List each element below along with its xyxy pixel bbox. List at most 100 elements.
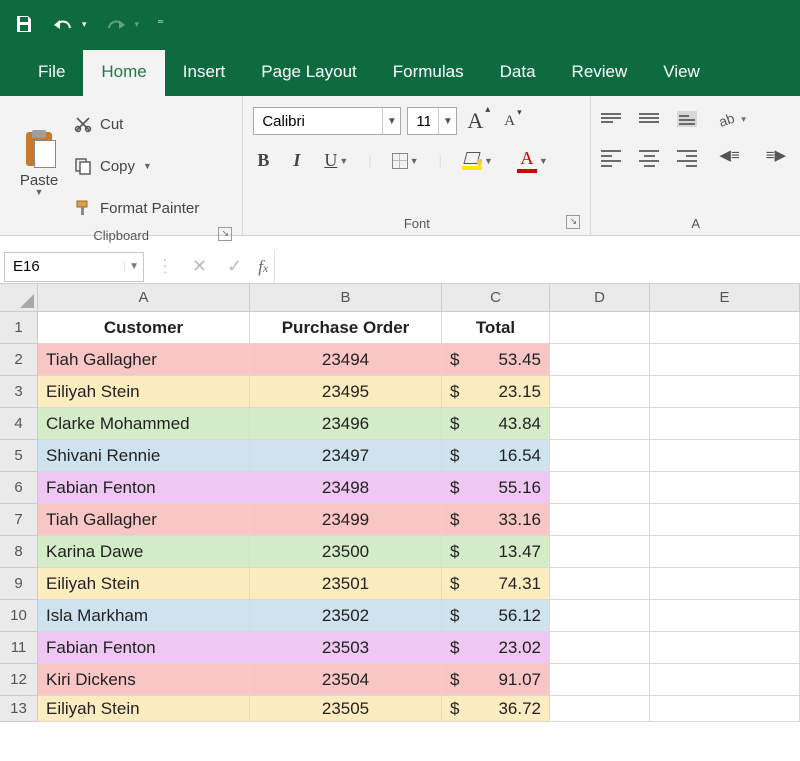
cell-customer[interactable]: Eiliyah Stein [38,568,250,600]
cell-customer[interactable]: Isla Markham [38,600,250,632]
align-right-button[interactable] [677,147,697,163]
cell-total[interactable]: $13.47 [442,536,550,568]
cell-empty[interactable] [650,696,800,722]
row-header[interactable]: 6 [0,472,38,504]
paste-button[interactable]: Paste ▼ [10,102,68,224]
align-left-button[interactable] [601,147,621,163]
align-top-button[interactable] [601,111,621,127]
cell-total[interactable]: $33.16 [442,504,550,536]
borders-button[interactable]: ▼ [388,151,423,171]
cell-empty[interactable] [550,600,650,632]
cell-po[interactable]: 23497 [250,440,442,472]
tab-formulas[interactable]: Formulas [375,50,482,96]
font-name-input[interactable] [254,108,382,134]
cell-total[interactable]: $23.02 [442,632,550,664]
cell-total[interactable]: $23.15 [442,376,550,408]
cut-button[interactable]: Cut [74,108,199,140]
row-header[interactable]: 5 [0,440,38,472]
cell-empty[interactable] [650,408,800,440]
cell-po[interactable]: 23499 [250,504,442,536]
decrease-font-size-button[interactable]: A▾ [500,111,525,132]
align-middle-button[interactable] [639,111,659,127]
cell-po[interactable]: 23504 [250,664,442,696]
clipboard-launcher-icon[interactable]: ↘ [218,227,232,241]
redo-dropdown-icon[interactable]: ▾ [135,19,140,30]
row-header[interactable]: 4 [0,408,38,440]
cell-po[interactable]: 23503 [250,632,442,664]
cell-customer[interactable]: Tiah Gallagher [38,504,250,536]
col-header-B[interactable]: B [250,284,442,312]
font-launcher-icon[interactable]: ↘ [566,215,580,229]
cell-total[interactable]: $53.45 [442,344,550,376]
row-header[interactable]: 12 [0,664,38,696]
fx-icon[interactable]: fx [252,257,274,277]
row-header[interactable]: 3 [0,376,38,408]
format-painter-button[interactable]: Format Painter [74,192,199,224]
cell-empty[interactable] [550,632,650,664]
font-size-input[interactable] [408,108,438,134]
row-header[interactable]: 7 [0,504,38,536]
cell-customer[interactable]: Shivani Rennie [38,440,250,472]
cell-po[interactable]: 23495 [250,376,442,408]
cell-empty[interactable] [550,440,650,472]
cell-empty[interactable] [650,632,800,664]
formula-input[interactable] [274,250,800,283]
cell-empty[interactable] [550,568,650,600]
cell-total[interactable]: $55.16 [442,472,550,504]
cell-customer[interactable]: Fabian Fenton [38,632,250,664]
paste-dropdown-icon[interactable]: ▼ [35,187,44,197]
undo-icon[interactable] [52,14,74,34]
cell-empty[interactable] [550,376,650,408]
cell-empty[interactable] [650,472,800,504]
qat-customize-icon[interactable]: ⁼ [157,16,164,32]
cell-empty[interactable] [550,536,650,568]
cell-po[interactable]: 23500 [250,536,442,568]
cell-customer[interactable]: Eiliyah Stein [38,696,250,722]
cell-empty[interactable] [650,344,800,376]
cell-total[interactable]: $36.72 [442,696,550,722]
row-header[interactable]: 10 [0,600,38,632]
decrease-indent-button[interactable]: ◀≡ [715,144,743,166]
tab-page-layout[interactable]: Page Layout [243,50,374,96]
cell-customer[interactable]: Eiliyah Stein [38,376,250,408]
cell-A1[interactable]: Customer [38,312,250,344]
cell-po[interactable]: 23498 [250,472,442,504]
name-box-dropdown-icon[interactable]: ▼ [124,261,143,272]
cell-total[interactable]: $43.84 [442,408,550,440]
font-name-combo[interactable]: ▼ [253,107,401,135]
font-size-combo[interactable]: ▼ [407,107,457,135]
redo-icon[interactable] [105,14,127,34]
save-icon[interactable] [14,14,34,34]
cell-empty[interactable] [650,504,800,536]
cell-empty[interactable] [550,664,650,696]
cell-B1[interactable]: Purchase Order [250,312,442,344]
cell-po[interactable]: 23505 [250,696,442,722]
cell-po[interactable]: 23494 [250,344,442,376]
increase-indent-button[interactable]: ≡▶ [762,144,790,166]
cell-empty[interactable] [550,696,650,722]
cell-E1[interactable] [650,312,800,344]
tab-home[interactable]: Home [83,50,164,96]
undo-dropdown-icon[interactable]: ▾ [82,19,87,30]
tab-view[interactable]: View [645,50,718,96]
font-name-dropdown-icon[interactable]: ▼ [382,108,400,134]
cell-C1[interactable]: Total [442,312,550,344]
col-header-D[interactable]: D [550,284,650,312]
tab-file[interactable]: File [20,50,83,96]
cell-po[interactable]: 23502 [250,600,442,632]
row-header[interactable]: 9 [0,568,38,600]
name-box[interactable]: ▼ [4,252,144,282]
italic-button[interactable]: I [289,148,304,173]
row-header[interactable]: 8 [0,536,38,568]
tab-insert[interactable]: Insert [165,50,244,96]
select-all-button[interactable] [0,284,38,312]
cell-empty[interactable] [650,600,800,632]
cell-total[interactable]: $56.12 [442,600,550,632]
orientation-button[interactable]: ab▾ [715,108,750,130]
cell-empty[interactable] [650,536,800,568]
cell-customer[interactable]: Clarke Mohammed [38,408,250,440]
cell-total[interactable]: $91.07 [442,664,550,696]
cancel-formula-button[interactable]: ✕ [182,256,217,277]
cell-empty[interactable] [550,472,650,504]
font-size-dropdown-icon[interactable]: ▼ [438,108,456,134]
